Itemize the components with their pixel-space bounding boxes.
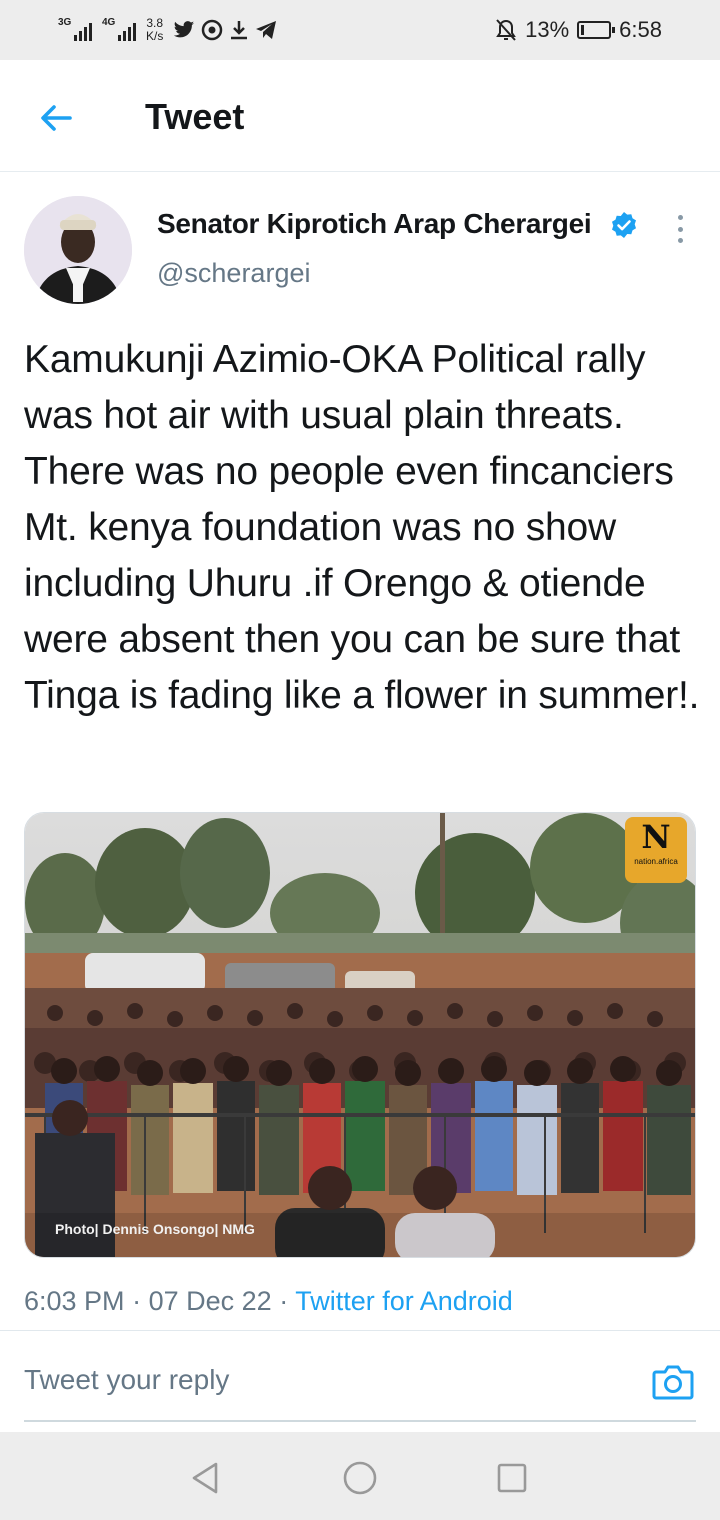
tweet-meta: 6:03 PM · 07 Dec 22 · Twitter for Androi… — [24, 1286, 513, 1317]
status-left: 3G 4G 3.8 K/s — [58, 14, 277, 46]
reply-underline — [24, 1420, 696, 1422]
author-handle[interactable]: @scherargei — [157, 258, 310, 289]
camera-icon[interactable] — [652, 1362, 694, 1402]
network-type-2: 4G — [102, 17, 116, 28]
notification-icons — [173, 19, 277, 41]
nav-back-icon[interactable] — [186, 1458, 226, 1498]
system-nav-bar — [0, 1432, 720, 1520]
nation-logo: N nation.africa — [625, 817, 687, 883]
network-type-1: 3G — [58, 17, 72, 28]
download-icon — [231, 21, 248, 40]
avatar[interactable] — [24, 196, 132, 304]
twitter-icon — [174, 21, 195, 38]
verified-badge-icon — [612, 212, 636, 238]
network-speed: 3.8 K/s — [146, 17, 163, 43]
photo-credit: Photo| Dennis Onsongo| NMG — [55, 1221, 255, 1237]
telegram-icon — [256, 21, 277, 39]
page-title: Tweet — [145, 96, 245, 137]
meta-separator: · — [279, 1286, 289, 1316]
battery-charging-icon — [577, 21, 616, 39]
messenger-icon — [202, 19, 223, 41]
top-app-bar: Tweet — [0, 60, 720, 172]
tweet-source-link[interactable]: Twitter for Android — [295, 1286, 513, 1316]
speed-unit: K/s — [146, 29, 164, 43]
tweet-photo[interactable]: N nation.africa Photo| Dennis Onsongo| N… — [24, 812, 696, 1258]
signal-4g-icon: 4G — [102, 17, 136, 41]
nav-recents-icon[interactable] — [492, 1458, 532, 1498]
crowd-photo — [25, 813, 695, 1257]
tweet-time: 6:03 PM — [24, 1286, 125, 1316]
battery-fill — [581, 25, 585, 35]
nation-logo-text: nation.africa — [634, 857, 678, 866]
divider — [0, 1330, 720, 1331]
tweet-text: Kamukunji Azimio-OKA Political rally was… — [24, 338, 700, 717]
nav-home-icon[interactable] — [340, 1458, 380, 1498]
battery-percent: 13% — [525, 17, 570, 42]
bell-off-icon — [496, 19, 516, 41]
author-name[interactable]: Senator Kiprotich Arap Cherargei — [157, 208, 592, 240]
status-bar: 3G 4G 3.8 K/s 13% 6:58 — [0, 0, 720, 60]
reply-input[interactable]: Tweet your reply — [24, 1364, 229, 1396]
signal-3g-icon: 3G — [58, 17, 92, 41]
more-options-icon[interactable] — [666, 212, 694, 246]
clock: 6:58 — [619, 17, 662, 42]
back-arrow-icon[interactable] — [36, 98, 76, 138]
tweet-date: 07 Dec 22 — [148, 1286, 272, 1316]
nation-logo-letter: N — [641, 818, 671, 856]
status-right: 13% 6:58 — [495, 14, 662, 46]
meta-separator: · — [132, 1286, 142, 1316]
